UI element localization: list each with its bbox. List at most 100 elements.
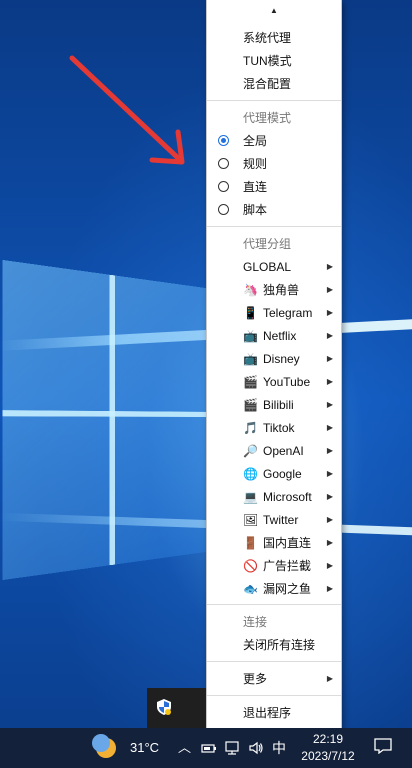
menu-separator [207,100,341,101]
computer-icon: 💻 [243,490,258,504]
radio-button[interactable] [218,204,229,215]
submenu-arrow-icon: ▶ [326,262,333,271]
tray-overflow-popup [147,688,206,728]
proxy-group-item[interactable]: 🐟 漏网之鱼 ▶ [207,578,341,600]
proxy-group-item[interactable]: GLOBAL ▶ [207,256,341,278]
ime-indicator[interactable]: 中 [272,740,286,756]
menu-item-more[interactable]: 更多 ▶ [207,668,341,690]
menu-separator [207,604,341,605]
annotation-arrow [69,55,185,165]
battery-icon[interactable] [201,740,217,756]
mode-option-label: 全局 [243,134,268,148]
submenu-arrow-icon: ▶ [326,354,333,363]
unicorn-icon: 🦄 [243,283,258,297]
submenu-arrow-icon: ▶ [326,584,333,593]
radio-button[interactable] [218,135,229,146]
submenu-arrow-icon: ▶ [326,308,333,317]
chevron-up-icon[interactable]: ︿ [178,740,191,756]
submenu-arrow-icon: ▶ [326,423,333,432]
phone-icon: 📱 [243,306,258,320]
proxy-group-label: 独角兽 [263,283,300,297]
clock-date: 2023/7/12 [301,749,355,763]
taskbar: 31°C ︿ 中 22:19 2023/7/12 [0,728,412,768]
temperature: 31°C [130,740,160,755]
tv-icon: 📺 [243,329,258,343]
menu-item-mixin[interactable]: 混合配置 [207,73,341,95]
proxy-group-label: Netflix [263,329,297,343]
clock-time: 22:19 [312,732,344,746]
proxy-group-label: Twitter [263,513,299,527]
door-icon: 🚪 [243,536,258,550]
mode-option-script[interactable]: 脚本 [207,199,341,221]
proxy-group-item[interactable]: 🎵 Tiktok ▶ [207,417,341,439]
proxy-group-label: Google [263,467,302,481]
proxy-group-item[interactable]: 🦄 独角兽 ▶ [207,279,341,301]
magnifier-icon: 🔎 [243,444,258,458]
tv-icon: 📺 [243,352,258,366]
proxy-group-item[interactable]: 🎬 YouTube ▶ [207,371,341,393]
proxy-group-label: Bilibili [263,398,294,412]
menu-item-label: 混合配置 [243,77,292,91]
mode-option-direct[interactable]: 直连 [207,176,341,198]
submenu-arrow-icon: ▶ [326,538,333,547]
menu-item-label: 退出程序 [243,706,292,720]
scroll-up-arrow[interactable]: ▲ [207,6,341,15]
proxy-group-item[interactable]: 🔎 OpenAI ▶ [207,440,341,462]
globe-icon: 🌐 [243,467,258,481]
proxy-group-label: OpenAI [263,444,304,458]
menu-item-label: 系统代理 [243,31,292,45]
proxy-group-item[interactable]: 📺 Netflix ▶ [207,325,341,347]
volume-icon[interactable] [248,740,264,756]
network-icon[interactable] [224,740,240,756]
menu-item-system-proxy[interactable]: 系统代理 [207,27,341,49]
section-header-proxy-groups: 代理分组 [243,237,292,251]
proxy-group-item[interactable]: 🎬 Bilibili ▶ [207,394,341,416]
proxy-group-item[interactable]: 🌐 Google ▶ [207,463,341,485]
windows-logo [2,259,221,581]
mode-option-label: 规则 [243,157,268,171]
menu-item-quit[interactable]: 退出程序 [207,702,341,724]
proxy-group-item[interactable]: 🚪 国内直连 ▶ [207,532,341,554]
proxy-group-label: 漏网之鱼 [263,582,312,596]
proxy-group-label: 广告拦截 [263,559,312,573]
prohibited-icon: 🚫 [243,559,258,573]
submenu-arrow-icon: ▶ [326,492,333,501]
security-shield-icon[interactable] [157,699,171,715]
radio-button[interactable] [218,158,229,169]
submenu-arrow-icon: ▶ [326,674,333,683]
menu-item-label: 关闭所有连接 [243,638,316,652]
proxy-group-label: 国内直连 [263,536,312,550]
radio-button[interactable] [218,181,229,192]
proxy-group-label: Telegram [263,306,313,320]
picture-icon: 🖼 [243,513,259,527]
clock[interactable]: 22:19 2023/7/12 [298,731,358,765]
submenu-arrow-icon: ▶ [326,446,333,455]
proxy-group-label: Disney [263,352,300,366]
submenu-arrow-icon: ▶ [326,285,333,294]
proxy-group-item[interactable]: 📺 Disney ▶ [207,348,341,370]
menu-item-tun-mode[interactable]: TUN模式 [207,50,341,72]
notification-center-icon[interactable] [374,738,392,754]
tray-context-menu: ▲ 系统代理 TUN模式 混合配置 代理模式 全局 规则 直连 脚本 代理分组 … [206,0,342,729]
mode-option-rule[interactable]: 规则 [207,153,341,175]
submenu-arrow-icon: ▶ [326,469,333,478]
submenu-arrow-icon: ▶ [326,515,333,524]
weather-moon-icon [92,734,116,758]
proxy-group-label: YouTube [263,375,311,389]
section-header-connection: 连接 [243,615,268,629]
proxy-group-item[interactable]: 🖼 Twitter ▶ [207,509,341,531]
proxy-group-item[interactable]: 💻 Microsoft ▶ [207,486,341,508]
clapper-icon: 🎬 [243,375,258,389]
submenu-arrow-icon: ▶ [326,400,333,409]
mode-option-global[interactable]: 全局 [207,130,341,152]
menu-item-close-all-connections[interactable]: 关闭所有连接 [207,634,341,656]
weather-widget[interactable]: 31°C [92,728,166,768]
menu-separator [207,226,341,227]
mode-option-label: 直连 [243,180,268,194]
proxy-group-item[interactable]: 📱 Telegram ▶ [207,302,341,324]
menu-item-label: TUN模式 [243,54,292,68]
proxy-group-label: Microsoft [263,490,312,504]
proxy-group-item[interactable]: 🚫 广告拦截 ▶ [207,555,341,577]
submenu-arrow-icon: ▶ [326,377,333,386]
mode-option-label: 脚本 [243,203,268,217]
